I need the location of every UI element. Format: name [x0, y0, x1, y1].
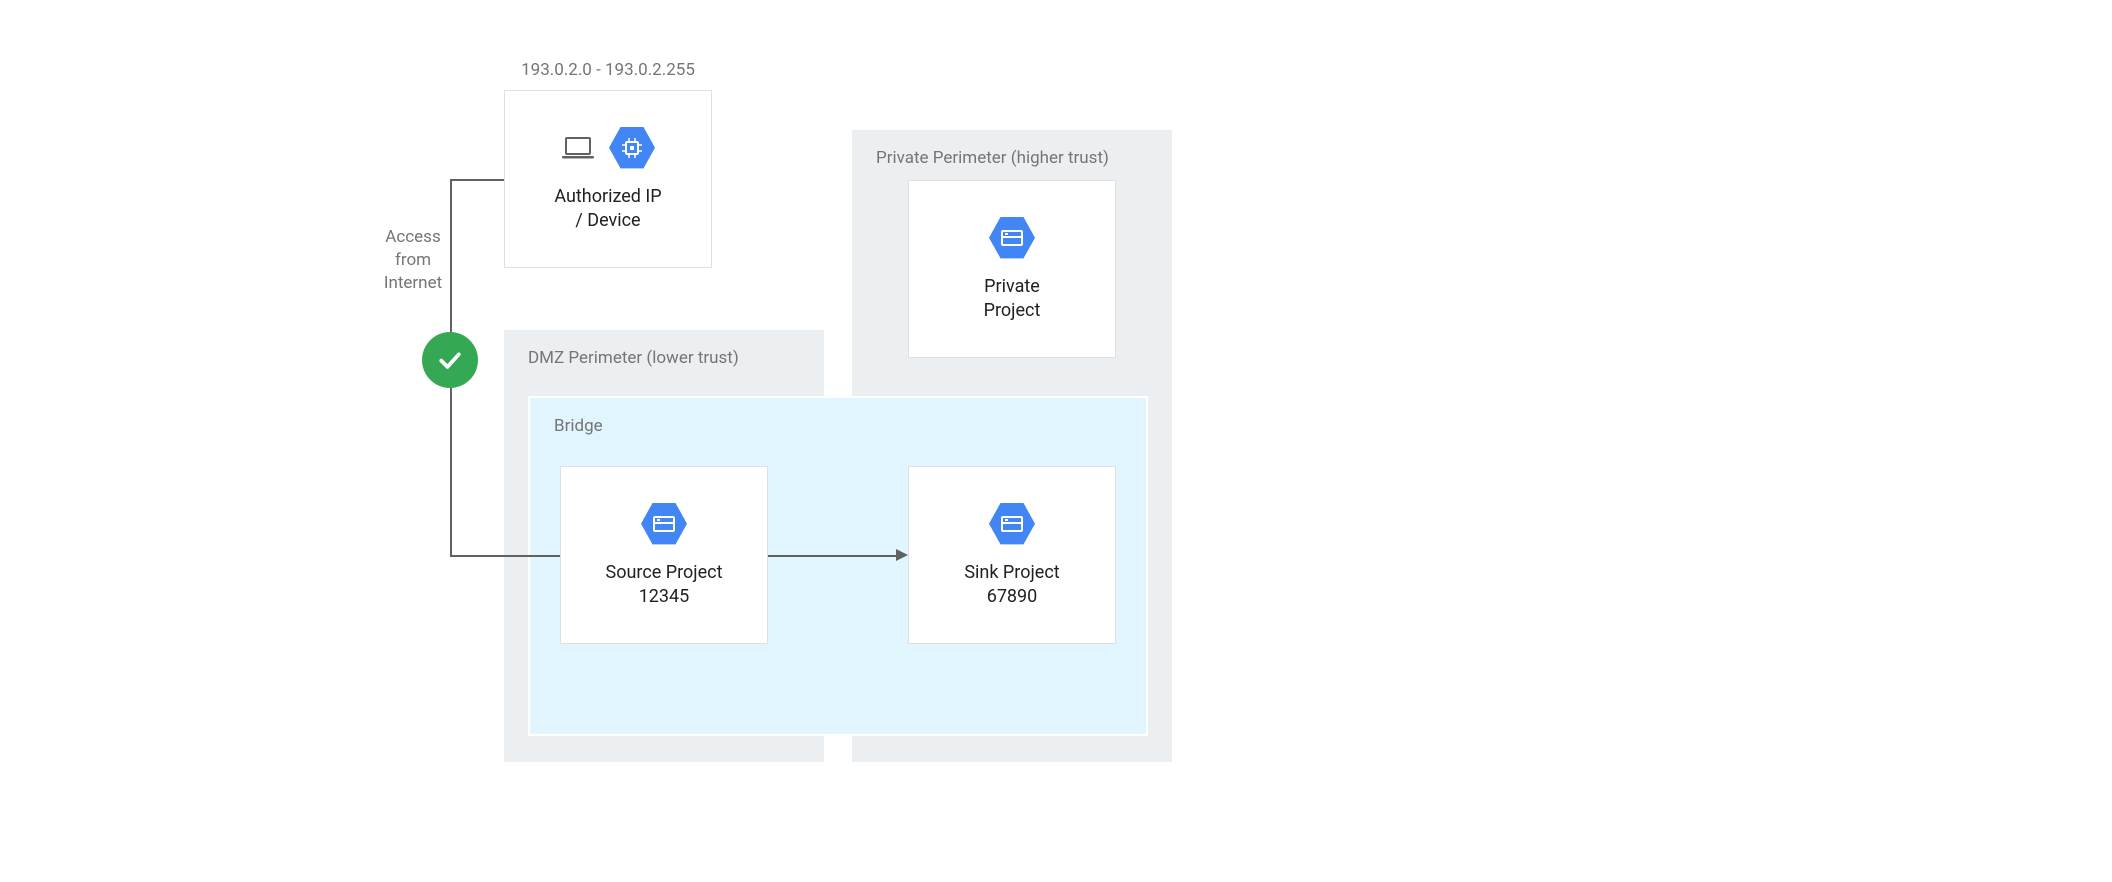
allowed-check-icon — [422, 332, 478, 388]
authorized-device-label: Authorized IP/ Device — [554, 185, 661, 234]
chip-icon — [609, 125, 655, 171]
access-from-internet-label: AccessfromInternet — [378, 226, 448, 295]
private-project-card: PrivateProject — [908, 180, 1116, 358]
connector-line — [450, 555, 560, 557]
ip-range-text: 193.0.2.0 - 193.0.2.255 — [504, 60, 712, 80]
connector-line — [768, 555, 896, 557]
source-project-label: Source Project12345 — [606, 561, 723, 610]
bridge-title: Bridge — [554, 416, 603, 436]
project-icon — [989, 215, 1035, 261]
sink-project-label: Sink Project67890 — [964, 561, 1059, 610]
diagram-canvas: DMZ Perimeter (lower trust) Private Peri… — [0, 0, 2112, 882]
connector-line — [450, 179, 504, 181]
sink-project-card: Sink Project67890 — [908, 466, 1116, 644]
private-project-label: PrivateProject — [984, 275, 1041, 324]
private-title: Private Perimeter (higher trust) — [876, 148, 1109, 168]
dmz-title: DMZ Perimeter (lower trust) — [528, 348, 739, 368]
source-project-card: Source Project12345 — [560, 466, 768, 644]
authorized-device-card: Authorized IP/ Device — [504, 90, 712, 268]
laptop-icon — [561, 136, 595, 160]
project-icon — [641, 501, 687, 547]
device-icons — [561, 125, 655, 171]
arrow-right-icon — [896, 549, 908, 561]
project-icon — [989, 501, 1035, 547]
